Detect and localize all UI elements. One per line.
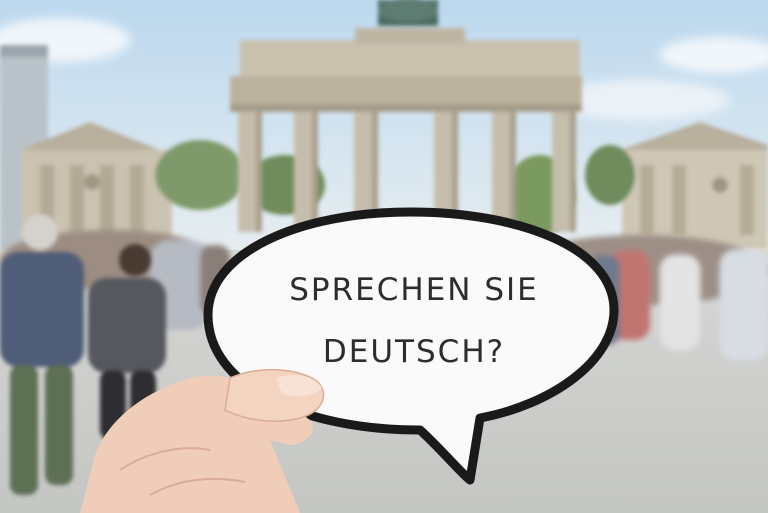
photo-scene: SPRECHEN SIE DEUTSCH? xyxy=(0,0,768,513)
bubble-text-line1: SPRECHEN SIE xyxy=(289,272,539,308)
photo-illustration: SPRECHEN SIE DEUTSCH? xyxy=(0,0,768,513)
bubble-text-line2: DEUTSCH? xyxy=(323,334,505,370)
